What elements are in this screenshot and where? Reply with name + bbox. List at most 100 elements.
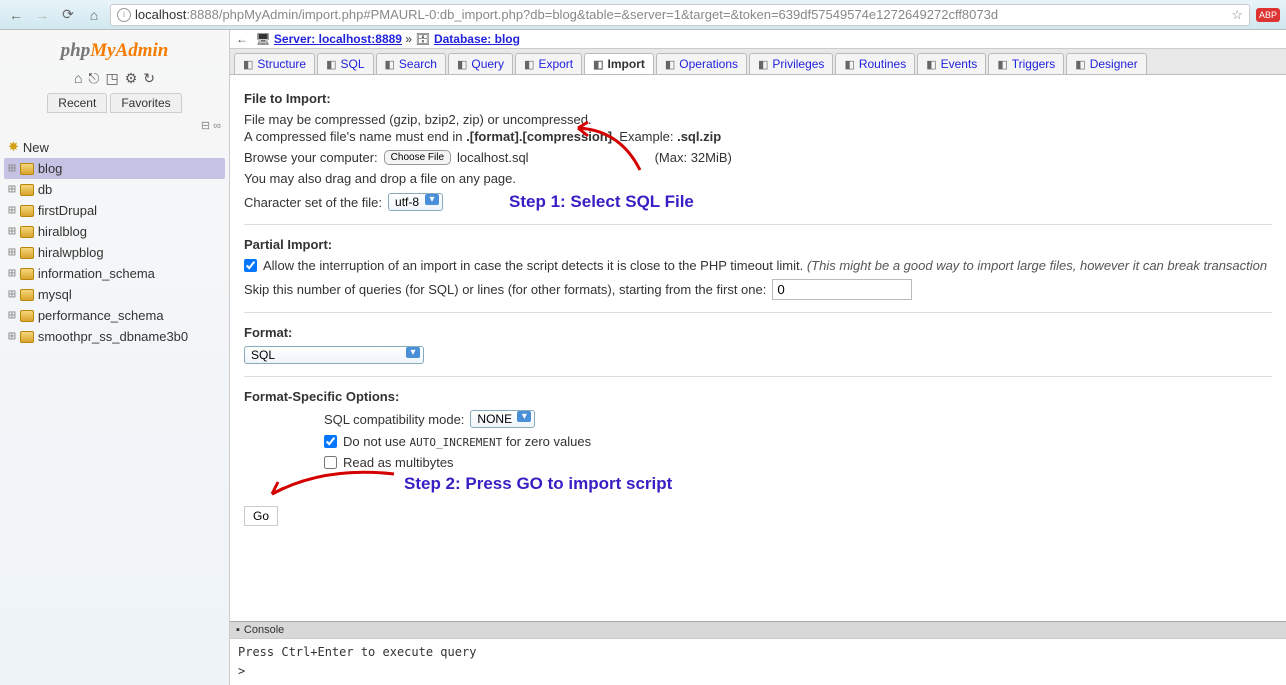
tab-icon: ◧ <box>593 58 603 71</box>
section-partial-import: Partial Import: <box>244 237 1272 252</box>
reload-icon[interactable]: ↻ <box>143 70 155 87</box>
breadcrumb-database[interactable]: Database: blog <box>434 32 520 46</box>
tab-icon: ◧ <box>385 58 395 71</box>
docs-icon[interactable]: ◳ <box>106 70 119 87</box>
database-icon <box>20 310 34 322</box>
compat-label: SQL compatibility mode: <box>324 412 464 427</box>
home-icon[interactable]: ⌂ <box>74 70 82 87</box>
allow-interrupt-label: Allow the interruption of an import in c… <box>263 258 1267 273</box>
expand-icon[interactable]: ⊞ <box>8 308 16 323</box>
database-icon <box>20 268 34 280</box>
allow-interrupt-checkbox[interactable] <box>244 259 257 272</box>
section-format-options: Format-Specific Options: <box>244 389 1272 404</box>
expand-icon[interactable]: ⊞ <box>8 329 16 344</box>
tab-query[interactable]: ◧Query <box>448 53 513 74</box>
sidebar: phpMyAdmin ⌂ ⎋ ◳ ⚙ ↻ Recent Favorites ⊟ … <box>0 30 230 685</box>
back-icon[interactable]: ← <box>6 5 26 25</box>
console-hint: Press Ctrl+Enter to execute query <box>238 643 1278 662</box>
format-select[interactable]: SQL <box>244 346 424 364</box>
tab-sql[interactable]: ◧SQL <box>317 53 373 74</box>
tree-db-performance_schema[interactable]: ⊞performance_schema <box>4 305 225 326</box>
console-header[interactable]: ▪ Console <box>230 622 1286 638</box>
tree-db-hiralblog[interactable]: ⊞hiralblog <box>4 221 225 242</box>
tab-favorites[interactable]: Favorites <box>110 93 181 113</box>
tree-db-information_schema[interactable]: ⊞information_schema <box>4 263 225 284</box>
database-icon: 🗄 <box>415 32 430 46</box>
tree-db-db[interactable]: ⊞db <box>4 179 225 200</box>
tab-routines[interactable]: ◧Routines <box>835 53 915 74</box>
tab-recent[interactable]: Recent <box>47 93 107 113</box>
url-bar[interactable]: i localhost:8888/phpMyAdmin/import.php#P… <box>110 4 1250 26</box>
expand-icon[interactable]: ⊞ <box>8 245 16 260</box>
choose-file-button[interactable]: Choose File <box>384 150 451 165</box>
go-button[interactable]: Go <box>244 506 278 526</box>
database-icon <box>20 247 34 259</box>
abp-icon[interactable]: ABP <box>1256 8 1280 22</box>
tab-icon: ◧ <box>457 58 467 71</box>
database-icon <box>20 184 34 196</box>
expand-icon[interactable]: ⊞ <box>8 203 16 218</box>
new-icon: ✸ <box>8 139 19 155</box>
charset-label: Character set of the file: <box>244 195 382 210</box>
tree-db-blog[interactable]: ⊞blog <box>4 158 225 179</box>
url-text: localhost:8888/phpMyAdmin/import.php#PMA… <box>135 7 1227 22</box>
tab-events[interactable]: ◧Events <box>917 53 986 74</box>
database-tree: ✸New⊞blog⊞db⊞firstDrupal⊞hiralblog⊞hiral… <box>0 136 229 347</box>
compat-select[interactable]: NONE <box>470 410 535 428</box>
annotation-step1: Step 1: Select SQL File <box>509 192 694 212</box>
drag-note: You may also drag and drop a file on any… <box>244 171 1272 186</box>
settings-icon[interactable]: ⚙ <box>125 70 138 87</box>
database-icon <box>20 226 34 238</box>
charset-select[interactable]: utf-8 <box>388 193 443 211</box>
back-arrow-icon[interactable]: ← <box>236 32 248 46</box>
tab-icon: ◧ <box>926 58 936 71</box>
tab-import[interactable]: ◧Import <box>584 53 654 74</box>
sidebar-collapse[interactable]: ⊟ ∞ <box>0 119 229 136</box>
console-body[interactable]: Press Ctrl+Enter to execute query > <box>230 638 1286 685</box>
expand-icon[interactable]: ⊞ <box>8 161 16 176</box>
tab-icon: ◧ <box>665 58 675 71</box>
logout-icon[interactable]: ⎋ <box>88 70 99 87</box>
server-icon: 🖥 <box>255 32 270 46</box>
tab-privileges[interactable]: ◧Privileges <box>749 53 833 74</box>
sidebar-tabs: Recent Favorites <box>0 93 229 113</box>
expand-icon[interactable]: ⊞ <box>8 224 16 239</box>
tree-new[interactable]: ✸New <box>4 136 225 158</box>
expand-icon[interactable]: ⊞ <box>8 182 16 197</box>
tab-icon: ◧ <box>1075 58 1085 71</box>
console-toggle-icon[interactable]: ▪ <box>236 624 240 636</box>
reload-icon[interactable]: ⟳ <box>58 5 78 25</box>
tree-db-hiralwpblog[interactable]: ⊞hiralwpblog <box>4 242 225 263</box>
home-icon[interactable]: ⌂ <box>84 5 104 25</box>
star-icon[interactable]: ☆ <box>1231 7 1243 23</box>
chosen-file-name: localhost.sql <box>457 150 529 165</box>
multibytes-label: Read as multibytes <box>343 455 454 470</box>
breadcrumb-server[interactable]: Server: localhost:8889 <box>274 32 402 46</box>
compress-note: File may be compressed (gzip, bzip2, zip… <box>244 112 1272 127</box>
expand-icon[interactable]: ⊞ <box>8 266 16 281</box>
tab-search[interactable]: ◧Search <box>376 53 446 74</box>
logo[interactable]: phpMyAdmin <box>0 30 229 70</box>
database-icon <box>20 163 34 175</box>
multibytes-checkbox[interactable] <box>324 456 337 469</box>
info-icon[interactable]: i <box>117 8 131 22</box>
auto-increment-label: Do not use AUTO_INCREMENT for zero value… <box>343 434 591 449</box>
tree-db-smoothpr_ss_dbname3b0[interactable]: ⊞smoothpr_ss_dbname3b0 <box>4 326 225 347</box>
name-note: A compressed file's name must end in .[f… <box>244 129 1272 144</box>
tab-triggers[interactable]: ◧Triggers <box>988 53 1064 74</box>
database-icon <box>20 289 34 301</box>
tab-operations[interactable]: ◧Operations <box>656 53 747 74</box>
expand-icon[interactable]: ⊞ <box>8 287 16 302</box>
tab-designer[interactable]: ◧Designer <box>1066 53 1146 74</box>
import-form: File to Import: File may be compressed (… <box>230 75 1286 621</box>
database-icon <box>20 331 34 343</box>
tab-structure[interactable]: ◧Structure <box>234 53 315 74</box>
tree-db-mysql[interactable]: ⊞mysql <box>4 284 225 305</box>
skip-input[interactable] <box>772 279 912 300</box>
skip-label: Skip this number of queries (for SQL) or… <box>244 282 766 297</box>
tree-db-firstDrupal[interactable]: ⊞firstDrupal <box>4 200 225 221</box>
forward-icon[interactable]: → <box>32 5 52 25</box>
tab-export[interactable]: ◧Export <box>515 53 582 74</box>
auto-increment-checkbox[interactable] <box>324 435 337 448</box>
browse-label: Browse your computer: <box>244 150 378 165</box>
